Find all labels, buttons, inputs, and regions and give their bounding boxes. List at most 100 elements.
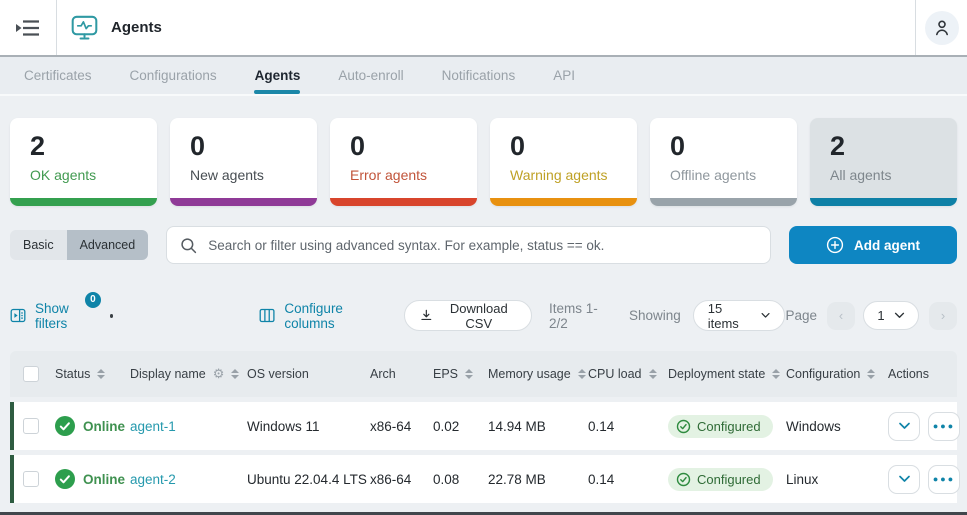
card-label: Warning agents bbox=[510, 167, 608, 184]
card-value: 0 bbox=[190, 131, 206, 161]
deployment-state-text: Configured bbox=[697, 471, 761, 487]
row-checkbox[interactable] bbox=[23, 471, 39, 487]
tab-api[interactable]: API bbox=[534, 57, 594, 94]
tab-auto-enroll[interactable]: Auto-enroll bbox=[319, 57, 422, 94]
arch-cell: x86-64 bbox=[370, 418, 412, 434]
page-title: Agents bbox=[111, 19, 162, 36]
agent-name-link[interactable]: agent-1 bbox=[130, 419, 176, 434]
configure-columns-button[interactable]: Configure columns bbox=[259, 301, 380, 331]
search-input[interactable] bbox=[208, 237, 757, 253]
page-number-select[interactable]: 1 bbox=[863, 301, 920, 330]
eps-cell: 0.02 bbox=[433, 418, 460, 434]
sort-icon[interactable] bbox=[772, 369, 781, 379]
card-value: 2 bbox=[830, 131, 846, 161]
row-menu-button[interactable]: ●●● bbox=[928, 464, 960, 494]
column-label: Status bbox=[55, 367, 91, 381]
row-checkbox[interactable] bbox=[23, 418, 39, 434]
online-status-icon bbox=[55, 416, 75, 436]
row-menu-button[interactable]: ●●● bbox=[928, 411, 960, 441]
card-new-agents[interactable]: 0 New agents bbox=[170, 118, 317, 206]
tab-label: Notifications bbox=[441, 68, 516, 83]
status-cell: Online bbox=[55, 469, 130, 489]
agents-monitor-icon bbox=[71, 15, 98, 40]
configuration-cell: Linux bbox=[786, 471, 819, 487]
plus-circle-icon bbox=[826, 236, 844, 254]
card-warning-agents[interactable]: 0 Warning agents bbox=[490, 118, 637, 206]
deployment-state-badge: Configured bbox=[668, 414, 773, 438]
column-header-cpu-load[interactable]: CPU load bbox=[588, 367, 668, 381]
select-all-checkbox[interactable] bbox=[23, 366, 39, 382]
basic-mode-button[interactable]: Basic bbox=[10, 230, 67, 260]
card-error-agents[interactable]: 0 Error agents bbox=[330, 118, 477, 206]
card-label: All agents bbox=[830, 167, 892, 184]
advanced-mode-button[interactable]: Advanced bbox=[66, 230, 149, 260]
sort-icon[interactable] bbox=[648, 369, 657, 379]
column-label: Display name bbox=[130, 367, 206, 381]
sort-icon[interactable] bbox=[867, 369, 876, 379]
filters-panel-icon bbox=[10, 308, 26, 323]
expand-row-button[interactable] bbox=[888, 464, 920, 494]
card-offline-agents[interactable]: 0 Offline agents bbox=[650, 118, 797, 206]
sidebar-toggle-button[interactable] bbox=[0, 0, 57, 55]
deployment-state-cell: Configured bbox=[668, 467, 786, 491]
card-color-bar bbox=[650, 198, 797, 206]
tab-notifications[interactable]: Notifications bbox=[423, 57, 535, 94]
page-size-select[interactable]: 15 items bbox=[692, 300, 786, 331]
column-header-eps[interactable]: EPS bbox=[433, 367, 488, 381]
column-label: EPS bbox=[433, 367, 459, 381]
filters-dot bbox=[109, 313, 114, 318]
chevron-down-icon bbox=[894, 312, 904, 318]
card-color-bar bbox=[330, 198, 477, 206]
previous-page-button[interactable]: ‹ bbox=[827, 301, 856, 330]
tab-configurations[interactable]: Configurations bbox=[111, 57, 236, 94]
column-header-memory-usage[interactable]: Memory usage bbox=[488, 367, 588, 381]
sort-icon[interactable] bbox=[97, 369, 106, 379]
column-header-deployment-state[interactable]: Deployment state bbox=[668, 367, 786, 381]
card-ok-agents[interactable]: 2 OK agents bbox=[10, 118, 157, 206]
column-header-configuration[interactable]: Configuration bbox=[786, 367, 888, 381]
sort-icon[interactable] bbox=[465, 369, 474, 379]
column-gear-icon[interactable]: ⚙ bbox=[213, 366, 225, 382]
download-csv-button[interactable]: Download CSV bbox=[403, 300, 533, 331]
add-agent-button[interactable]: Add agent bbox=[789, 226, 957, 264]
table-header: Status Display name ⚙ OS version Arch EP… bbox=[10, 351, 957, 397]
agent-name-link[interactable]: agent-2 bbox=[130, 472, 176, 487]
expand-row-button[interactable] bbox=[888, 411, 920, 441]
memory-usage-cell: 14.94 MB bbox=[488, 418, 546, 434]
card-label: New agents bbox=[190, 167, 264, 184]
card-color-bar bbox=[170, 198, 317, 206]
column-header-display-name[interactable]: Display name ⚙ bbox=[130, 366, 247, 382]
card-color-bar bbox=[810, 198, 957, 206]
column-label: CPU load bbox=[588, 367, 642, 381]
tab-agents[interactable]: Agents bbox=[236, 57, 320, 94]
search-row: Basic Advanced Add agent bbox=[10, 226, 957, 264]
showing-label: Showing bbox=[628, 308, 681, 323]
page-header: Agents bbox=[57, 0, 162, 55]
search-box[interactable] bbox=[166, 226, 771, 264]
page-label: Page bbox=[785, 308, 818, 323]
card-value: 0 bbox=[670, 131, 686, 161]
columns-icon bbox=[259, 308, 275, 323]
column-header-os-version[interactable]: OS version bbox=[247, 367, 370, 381]
tab-label: API bbox=[553, 68, 575, 83]
user-menu-button[interactable] bbox=[924, 10, 959, 45]
column-label: Actions bbox=[888, 367, 929, 381]
agents-table: Status Display name ⚙ OS version Arch EP… bbox=[10, 351, 960, 503]
search-mode-toggle: Basic Advanced bbox=[10, 230, 149, 260]
user-icon bbox=[935, 20, 948, 35]
table-row: Online agent-1 Windows 11 x86-64 0.02 14… bbox=[10, 402, 960, 450]
basic-mode-label: Basic bbox=[23, 238, 54, 252]
column-header-status[interactable]: Status bbox=[55, 367, 130, 381]
eps-cell: 0.08 bbox=[433, 471, 460, 487]
card-all-agents[interactable]: 2 All agents bbox=[810, 118, 957, 206]
column-header-arch[interactable]: Arch bbox=[370, 367, 433, 381]
column-label: Configuration bbox=[786, 367, 861, 381]
deployment-state-badge: Configured bbox=[668, 467, 773, 491]
tab-certificates[interactable]: Certificates bbox=[5, 57, 111, 94]
next-page-button[interactable]: › bbox=[929, 301, 958, 330]
sort-icon[interactable] bbox=[231, 369, 240, 379]
filters-count-badge: 0 bbox=[84, 291, 101, 308]
show-filters-button[interactable]: Show filters 0 bbox=[10, 291, 101, 331]
ellipsis-icon: ●●● bbox=[932, 474, 956, 484]
sort-icon[interactable] bbox=[577, 369, 586, 379]
